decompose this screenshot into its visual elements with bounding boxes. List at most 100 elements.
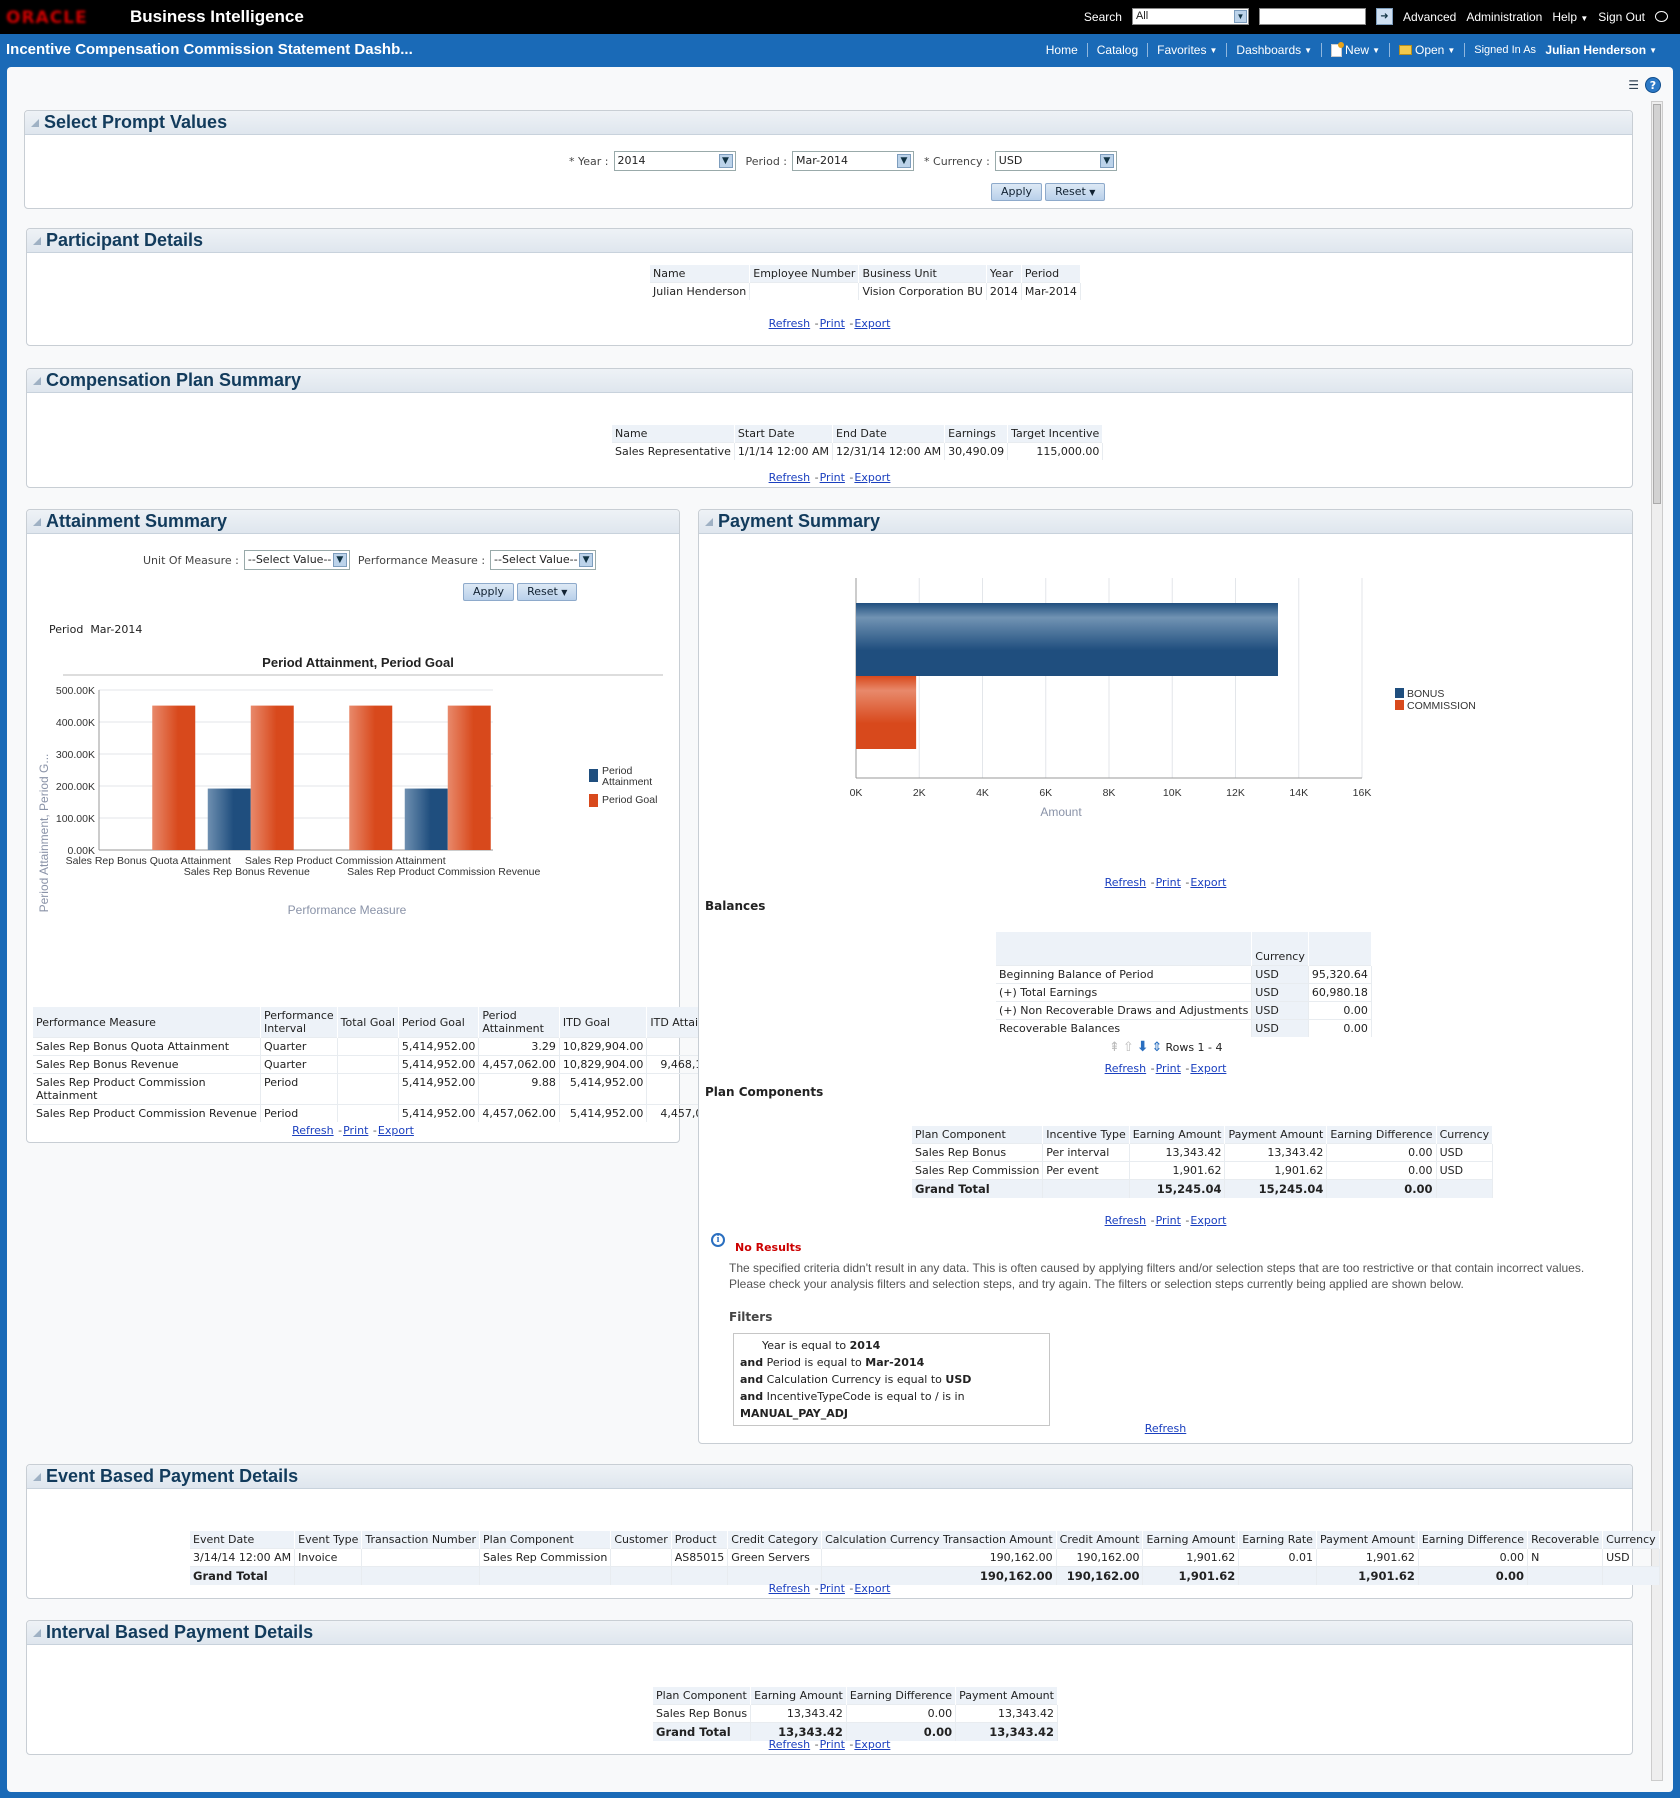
print-link[interactable]: Print	[820, 471, 845, 484]
export-link[interactable]: Export	[1190, 1062, 1226, 1075]
reset-button[interactable]: Reset ▼	[517, 583, 578, 601]
cell: USD	[1436, 1161, 1494, 1180]
next-page-icon[interactable]: ⬇	[1137, 1039, 1149, 1055]
apply-button[interactable]: Apply	[463, 583, 515, 601]
cell: Green Servers	[727, 1548, 823, 1567]
export-link[interactable]: Export	[1190, 876, 1226, 889]
x-tick-label: Sales Rep Bonus Revenue	[184, 866, 310, 878]
info-icon: i	[711, 1233, 725, 1247]
bar-period-goal[interactable]	[349, 705, 393, 850]
first-page-icon[interactable]: ⇞	[1109, 1040, 1120, 1055]
search-go-button[interactable]: ➜	[1375, 8, 1393, 25]
apply-button[interactable]: Apply	[991, 183, 1043, 201]
cell: Sales Rep Bonus	[912, 1143, 1044, 1162]
nav-new[interactable]: New ▼	[1321, 41, 1389, 57]
cell: Grand Total	[912, 1179, 1044, 1198]
reset-button[interactable]: Reset ▼	[1045, 183, 1106, 201]
sign-out-link[interactable]: Sign Out	[1598, 10, 1645, 24]
nav-home[interactable]: Home	[1037, 43, 1087, 57]
cell: Sales Rep Bonus Revenue	[33, 1055, 261, 1074]
refresh-link[interactable]: Refresh	[769, 471, 811, 484]
show-all-rows-icon[interactable]: ⇕	[1152, 1040, 1163, 1055]
refresh-link[interactable]: Refresh	[1105, 1214, 1147, 1227]
refresh-link[interactable]: Refresh	[769, 1582, 811, 1595]
collapse-icon[interactable]	[33, 1472, 41, 1481]
pm-select[interactable]: --Select Value-- ▼	[490, 550, 597, 570]
table-row: (+) Non Recoverable Draws and Adjustment…	[996, 1001, 1372, 1020]
x-tick-label: 10K	[1163, 787, 1182, 799]
export-link[interactable]: Export	[1190, 1214, 1226, 1227]
period-select[interactable]: Mar-2014 ▼	[792, 151, 915, 171]
caret-down-icon: ▼	[1580, 13, 1589, 23]
nav-dashboards[interactable]: Dashboards ▼	[1226, 43, 1321, 57]
collapse-icon[interactable]	[705, 517, 713, 526]
bar-period-goal[interactable]	[447, 705, 491, 850]
export-link[interactable]: Export	[854, 317, 890, 330]
year-select[interactable]: 2014 ▼	[613, 151, 736, 171]
cell	[337, 1037, 399, 1056]
print-link[interactable]: Print	[1156, 876, 1181, 889]
folder-icon	[1398, 45, 1412, 55]
help-icon[interactable]: ?	[1645, 77, 1661, 93]
bar-commission[interactable]	[856, 676, 917, 749]
collapse-icon[interactable]	[31, 118, 39, 127]
refresh-link[interactable]: Refresh	[1105, 876, 1147, 889]
print-link[interactable]: Print	[820, 1738, 845, 1751]
administration-link[interactable]: Administration	[1466, 10, 1542, 24]
bar-bonus[interactable]	[856, 603, 1278, 676]
refresh-link[interactable]: Refresh	[1105, 1062, 1147, 1075]
nav-open[interactable]: Open ▼	[1388, 43, 1464, 57]
scrollbar-thumb[interactable]	[1653, 104, 1661, 504]
collapse-icon[interactable]	[33, 376, 41, 385]
refresh-link[interactable]: Refresh	[1145, 1422, 1187, 1435]
advanced-link[interactable]: Advanced	[1403, 10, 1456, 24]
refresh-link[interactable]: Refresh	[769, 1738, 811, 1751]
nav-home-label: Home	[1045, 43, 1078, 57]
nav-favorites[interactable]: Favorites ▼	[1147, 43, 1226, 57]
export-link[interactable]: Export	[378, 1124, 414, 1137]
page-options-icon[interactable]: ☰	[1628, 78, 1639, 92]
plan-components-heading: Plan Components	[705, 1085, 824, 1099]
collapse-icon[interactable]	[33, 1628, 41, 1637]
search-input[interactable]	[1258, 8, 1366, 25]
nav-new-label: New	[1345, 43, 1370, 57]
cell: Julian Henderson	[650, 282, 751, 300]
period-label: Period :	[745, 154, 788, 168]
nav-catalog[interactable]: Catalog	[1086, 43, 1147, 57]
cell	[337, 1104, 399, 1122]
export-link[interactable]: Export	[854, 1738, 890, 1751]
cell: 3/14/14 12:00 AM	[190, 1548, 296, 1567]
cell: 1,901.62	[1316, 1548, 1419, 1567]
filter-text: Calculation Currency is equal to	[766, 1373, 942, 1386]
table-row: Sales Rep Bonus Per interval 13,343.42 13,3…	[912, 1143, 1494, 1162]
cell: 10,829,904.00	[559, 1037, 648, 1056]
print-link[interactable]: Print	[820, 1582, 845, 1595]
print-link[interactable]: Print	[1156, 1062, 1181, 1075]
bar-period-attainment[interactable]	[207, 788, 251, 850]
print-link[interactable]: Print	[1156, 1214, 1181, 1227]
refresh-link[interactable]: Refresh	[769, 317, 811, 330]
section-title: Interval Based Payment Details	[46, 1622, 314, 1642]
help-menu[interactable]: Help ▼	[1552, 10, 1588, 24]
refresh-link[interactable]: Refresh	[292, 1124, 334, 1137]
nav-user-menu[interactable]: Signed In As Julian Henderson ▼	[1464, 43, 1666, 57]
vertical-scrollbar[interactable]	[1651, 101, 1663, 1781]
uom-select[interactable]: --Select Value-- ▼	[243, 550, 350, 570]
search-scope-select[interactable]: All ▼	[1131, 8, 1249, 25]
bar-period-attainment[interactable]	[404, 788, 448, 850]
collapse-icon[interactable]	[33, 517, 41, 526]
export-link[interactable]: Export	[854, 1582, 890, 1595]
previous-page-icon[interactable]: ⇧	[1123, 1040, 1134, 1055]
chevron-down-icon: ▼	[1099, 154, 1114, 168]
cell: 1,901.62	[1142, 1548, 1240, 1567]
export-link[interactable]: Export	[854, 471, 890, 484]
print-link[interactable]: Print	[820, 317, 845, 330]
bar-period-goal[interactable]	[250, 705, 294, 850]
col-header: Calculation Currency Transaction Amount	[821, 1531, 1057, 1549]
cell: 60,980.18	[1308, 983, 1372, 1002]
currency-select[interactable]: USD ▼	[994, 151, 1117, 171]
col-header: Incentive Type	[1042, 1126, 1130, 1144]
bar-period-goal[interactable]	[152, 705, 196, 850]
print-link[interactable]: Print	[343, 1124, 368, 1137]
collapse-icon[interactable]	[33, 236, 41, 245]
